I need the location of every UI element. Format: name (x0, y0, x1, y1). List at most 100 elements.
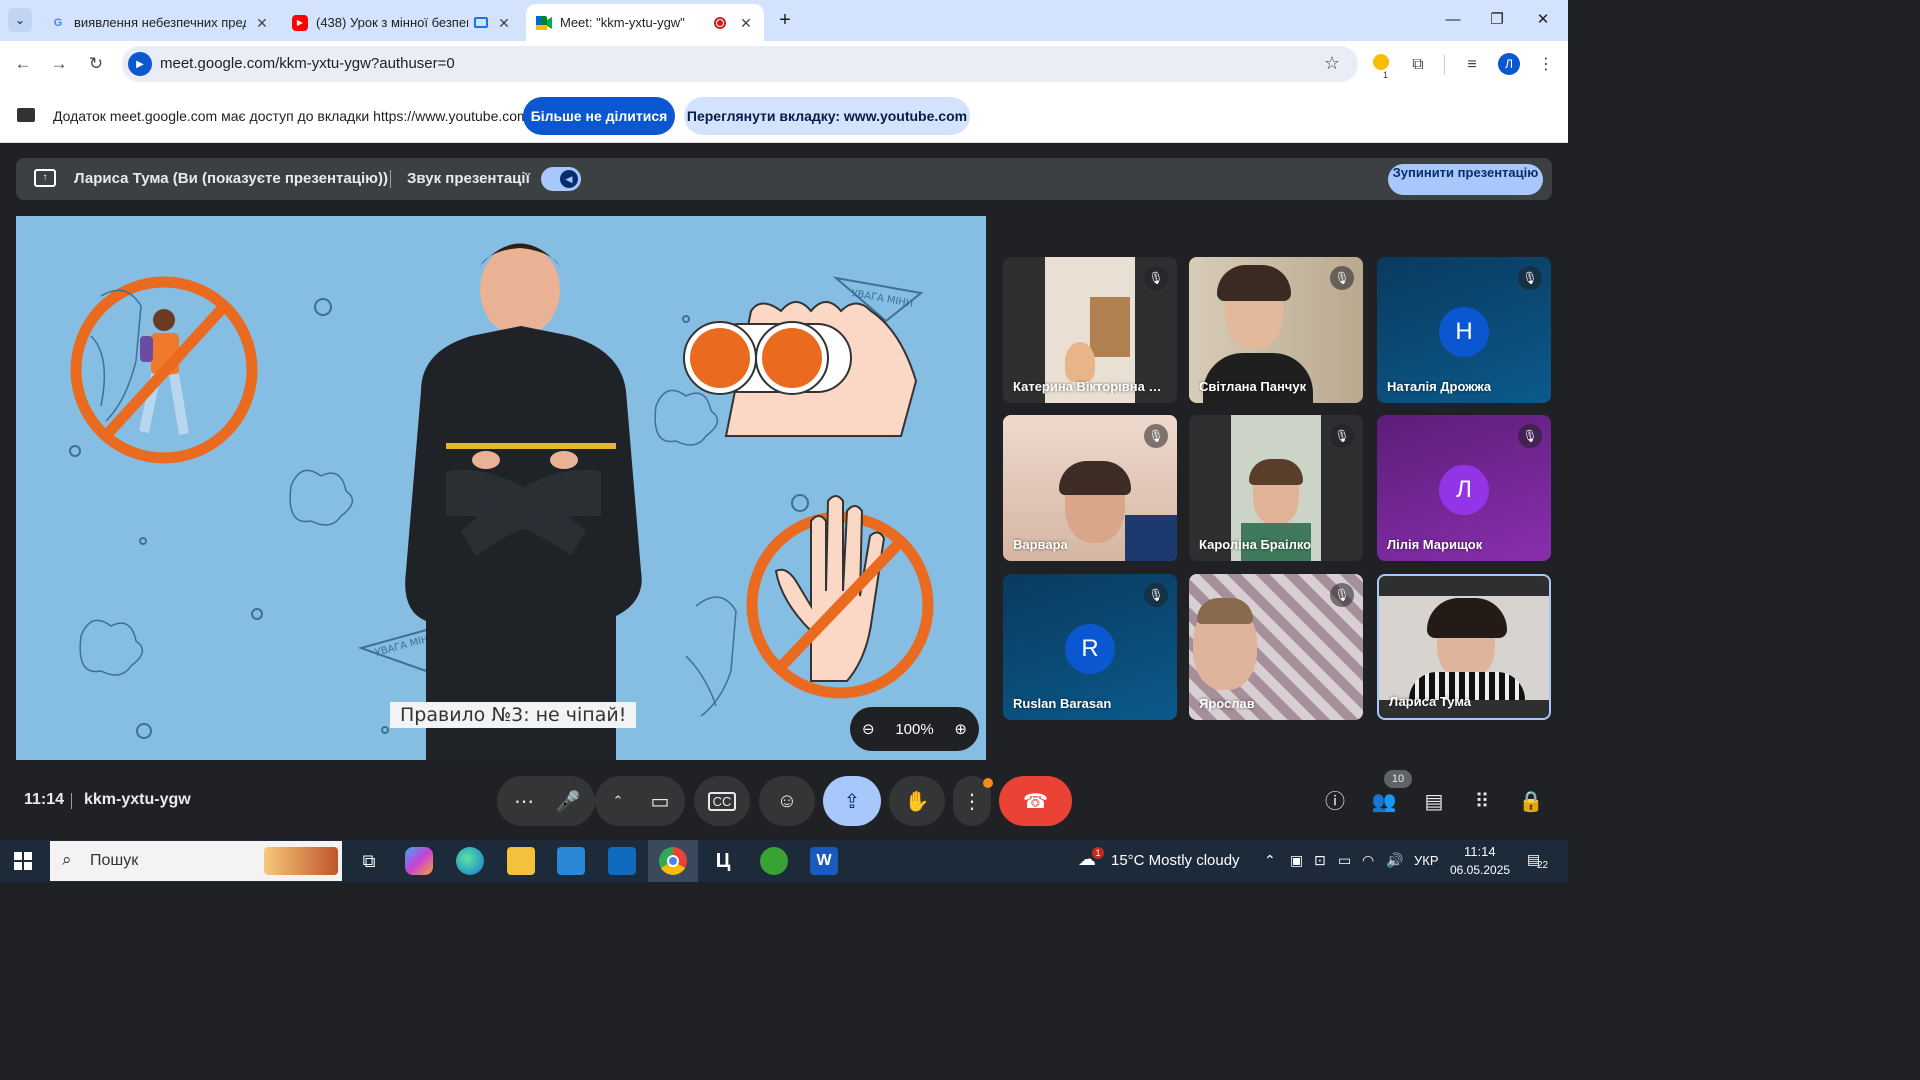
zoom-in-icon[interactable]: ⊕ (954, 720, 967, 738)
raise-hand-button[interactable]: ✋ (889, 776, 945, 826)
participant-tile[interactable]: 🎙 Катерина Вікторівна Г... (1003, 257, 1177, 403)
word-icon[interactable]: W (810, 847, 838, 875)
close-icon[interactable]: ✕ (254, 15, 270, 31)
participant-tile[interactable]: R 🎙 Ruslan Barasan (1003, 574, 1177, 720)
binoculars (683, 301, 918, 437)
edge-icon[interactable] (456, 847, 484, 875)
stop-presenting-button[interactable]: Зупинити презентацію (1388, 164, 1543, 195)
back-button[interactable]: ← (12, 53, 34, 75)
outlook-icon[interactable] (608, 847, 636, 875)
participant-name: Лілія Марищок (1387, 537, 1483, 552)
participant-tile-self[interactable]: Лариса Тума (1377, 574, 1551, 720)
utorrent-icon[interactable] (760, 847, 788, 875)
more-audio-options-icon[interactable]: ⋯ (502, 789, 546, 814)
wifi-icon[interactable]: ◠ (1362, 852, 1374, 869)
minimize-button[interactable]: — (1443, 10, 1463, 30)
zoom-out-icon[interactable]: ⊖ (862, 720, 875, 738)
notifications-count: 22 (1537, 860, 1549, 871)
notifications-icon[interactable]: ▤ 22 (1527, 851, 1548, 871)
presentation-illustration: УВАГА МІНИ УВАГА МІНИ (69, 243, 934, 760)
participant-tile[interactable]: Н 🎙 Наталія Дрожжа (1377, 257, 1551, 403)
forward-button[interactable]: → (48, 53, 70, 75)
language-indicator[interactable]: УКР (1414, 853, 1439, 868)
tab-youtube[interactable]: ▶ (438) Урок з мінної безпеки ✕ (282, 4, 522, 41)
meet-main: ↑ Лариса Тума (Ви (показуєте презентацію… (0, 143, 1568, 840)
tab-google-search[interactable]: G виявлення небезпечних предм ✕ (40, 4, 280, 41)
divider (71, 793, 72, 809)
chrome-icon[interactable] (659, 847, 687, 875)
participant-tile[interactable]: 🎙 Ярослав (1189, 574, 1363, 720)
address-bar[interactable]: ▶ meet.google.com/kkm-yxtu-ygw?authuser=… (122, 46, 1358, 82)
tab-search-dropdown[interactable]: ⌄ (8, 8, 32, 32)
people-icon[interactable]: 👥 10 (1370, 770, 1412, 816)
host-controls-icon[interactable]: 🔒 (1517, 788, 1545, 816)
participant-avatar: Н (1439, 307, 1489, 357)
stop-sharing-button[interactable]: Більше не ділитися (523, 97, 675, 135)
bookmark-star-icon[interactable]: ☆ (1324, 53, 1340, 74)
leave-call-button[interactable]: ☎ (999, 776, 1072, 826)
youtube-icon: ▶ (292, 14, 308, 31)
app-icon[interactable]: Ц (709, 847, 737, 875)
chevron-up-icon[interactable]: ⌃ (598, 793, 638, 809)
camera-icon[interactable]: ▭ (638, 789, 682, 814)
tab-meet[interactable]: Meet: "kkm-yxtu-ygw" ✕ (526, 4, 764, 41)
extension-badge: 1 (1383, 70, 1389, 80)
tray-icon[interactable]: ⊡ (1314, 852, 1326, 869)
task-view-icon[interactable]: ⧉ (355, 847, 383, 875)
file-explorer-icon[interactable] (507, 847, 535, 875)
windows-start-icon[interactable] (14, 852, 32, 870)
clock-date[interactable]: 06.05.2025 (1450, 863, 1510, 877)
extension-icon[interactable]: 1 (1370, 54, 1392, 80)
chrome-menu-icon[interactable]: ⋮ (1535, 54, 1557, 76)
view-tab-button[interactable]: Переглянути вкладку: www.youtube.com (684, 97, 970, 135)
url-text: meet.google.com/kkm-yxtu-ygw?authuser=0 (160, 55, 455, 72)
hand-icon: ✋ (904, 790, 930, 813)
mic-off-icon: 🎙 (1518, 266, 1542, 290)
audio-control-group: ⋯ 🎤 (497, 776, 595, 826)
meeting-info-icon[interactable]: ⓘ (1321, 788, 1349, 816)
participant-tile[interactable]: 🎙 Світлана Панчук (1189, 257, 1363, 403)
participant-name: Ruslan Barasan (1013, 696, 1112, 711)
presentation-stage: УВАГА МІНИ УВАГА МІНИ Правило №3: не чіп… (16, 216, 986, 760)
more-options-button[interactable]: ⋮ (953, 776, 993, 826)
meeting-code: kkm-yxtu-ygw (84, 791, 191, 808)
copilot-icon[interactable] (405, 847, 433, 875)
presentation-sound-toggle[interactable]: ◀ (541, 167, 581, 191)
captions-button[interactable]: CC (694, 776, 750, 826)
participant-tile[interactable]: 🎙 Варвара (1003, 415, 1177, 561)
microphone-icon[interactable]: 🎤 (546, 789, 590, 814)
present-button[interactable]: ⇪ (823, 776, 881, 826)
volume-icon[interactable]: 🔊 (1386, 852, 1403, 869)
clock-time[interactable]: 11:14 (1464, 844, 1496, 859)
tab-sharing-bar: Додаток meet.google.com має доступ до вк… (0, 88, 1568, 143)
weather-icon[interactable]: ☁ 1 (1078, 847, 1104, 870)
restore-button[interactable]: ❐ (1487, 10, 1507, 30)
activities-icon[interactable]: ⠿ (1468, 788, 1496, 816)
participant-name: Катерина Вікторівна Г... (1013, 379, 1163, 394)
new-tab-button[interactable]: + (774, 9, 796, 31)
site-info-icon[interactable]: ▶ (128, 52, 152, 76)
taskbar-search-box[interactable]: ⌕ Пошук (50, 841, 342, 881)
speaker-icon: ◀ (560, 170, 578, 188)
battery-icon[interactable]: ▭ (1338, 852, 1351, 869)
close-icon[interactable]: ✕ (496, 15, 512, 31)
participant-avatar: Л (1439, 465, 1489, 515)
reactions-button[interactable]: ☺ (759, 776, 815, 826)
chevron-up-icon[interactable]: ⌃ (1264, 852, 1276, 869)
recording-icon (714, 16, 726, 29)
extensions-puzzle-icon[interactable]: ⧉ (1407, 54, 1429, 76)
window-close-button[interactable]: ✕ (1533, 10, 1553, 30)
profile-avatar[interactable]: Л (1498, 53, 1520, 75)
close-icon[interactable]: ✕ (738, 15, 754, 31)
participant-tile[interactable]: Л 🎙 Лілія Марищок (1377, 415, 1551, 561)
participant-tile[interactable]: 🎙 Кароліна Браілко (1189, 415, 1363, 561)
tray-icon[interactable]: ▣ (1290, 852, 1303, 869)
weather-text[interactable]: 15°C Mostly cloudy (1111, 852, 1240, 869)
zoom-control: ⊖ 100% ⊕ (850, 707, 979, 751)
zoom-level: 100% (895, 720, 934, 738)
chat-icon[interactable]: ▤ (1420, 788, 1448, 816)
mic-off-icon: 🎙 (1144, 266, 1168, 290)
reload-button[interactable]: ↻ (85, 53, 107, 75)
media-control-icon[interactable]: ≡ (1461, 54, 1483, 76)
store-icon[interactable] (557, 847, 585, 875)
